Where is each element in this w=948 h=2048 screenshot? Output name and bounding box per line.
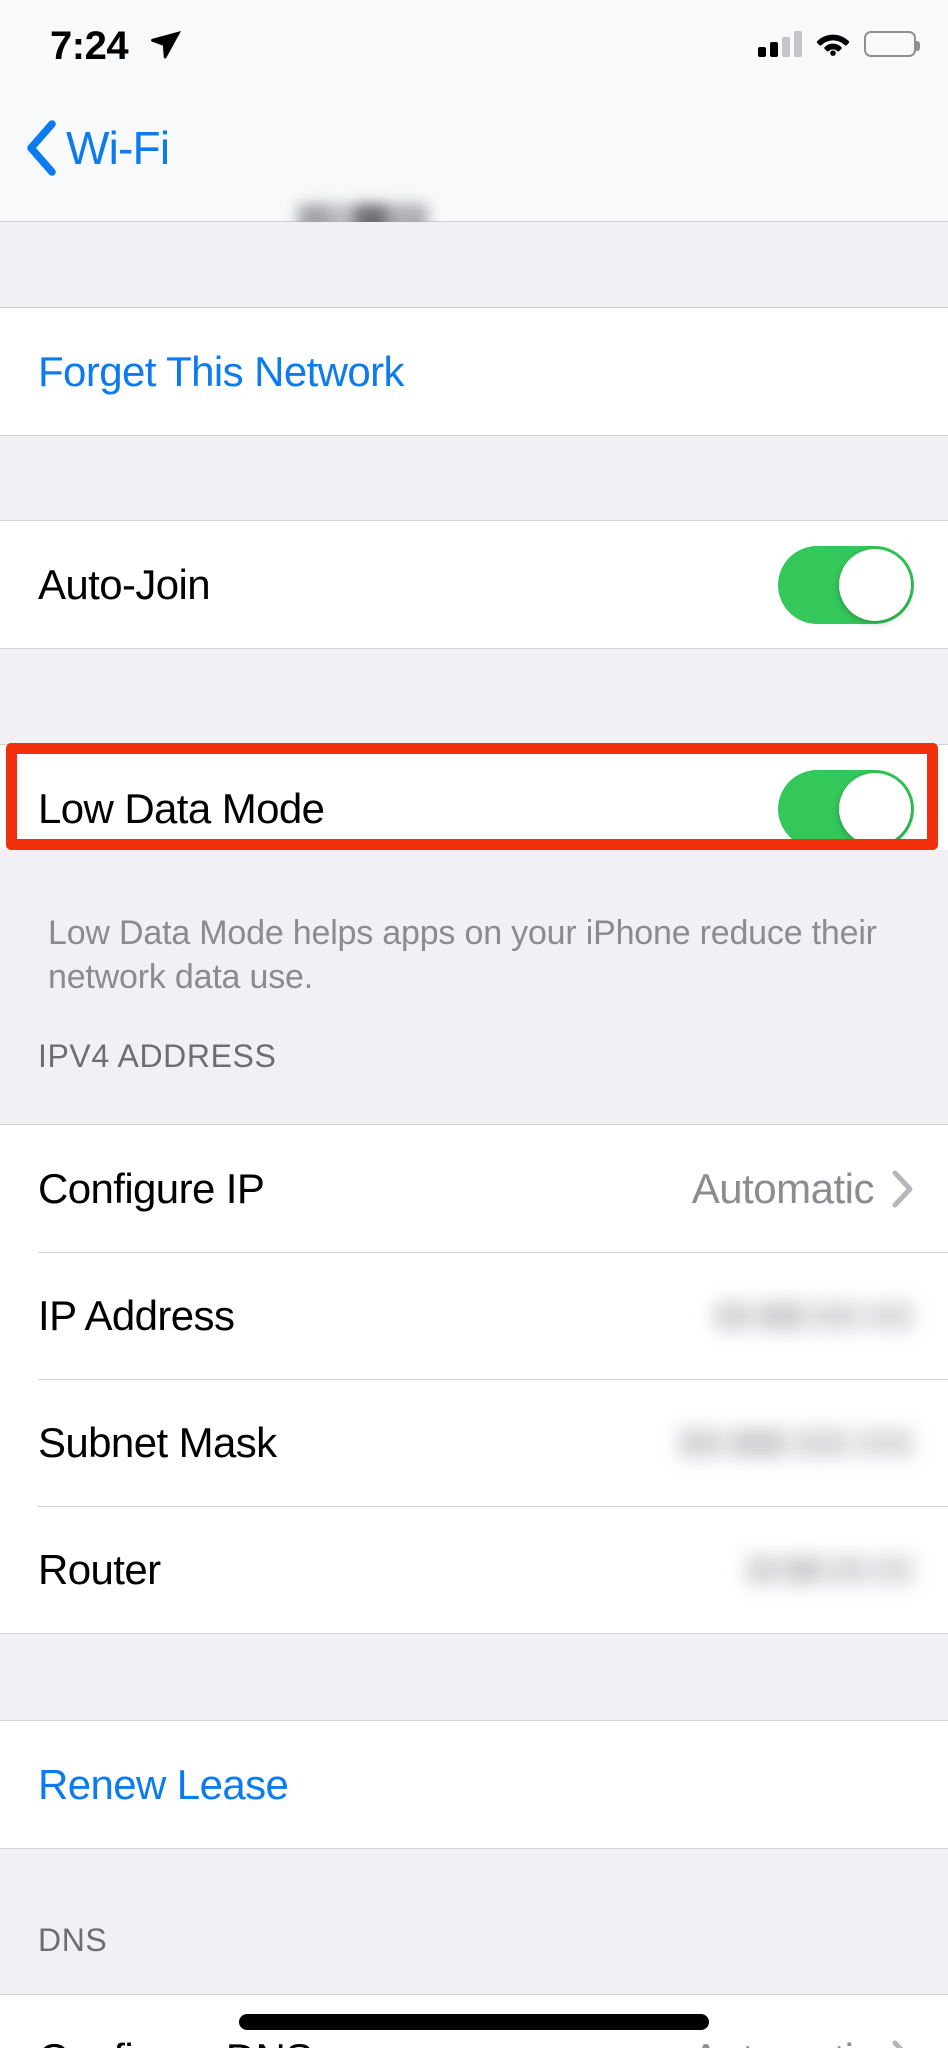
row-router[interactable]: Router — [0, 1506, 948, 1633]
row-ip-address[interactable]: IP Address — [0, 1252, 948, 1379]
subnet-mask-value-group — [678, 1428, 914, 1458]
dns-header-area — [0, 1849, 948, 1994]
subnet-mask-label: Subnet Mask — [38, 1419, 277, 1467]
chevron-left-icon — [24, 120, 58, 176]
auto-join-label: Auto-Join — [38, 561, 210, 609]
renew-lease-label: Renew Lease — [38, 1761, 288, 1809]
configure-ip-value: Automatic — [692, 1165, 874, 1213]
row-configure-ip[interactable]: Configure IP Automatic — [0, 1125, 948, 1252]
router-label: Router — [38, 1546, 160, 1594]
renew-lease-group: Renew Lease — [0, 1720, 948, 1849]
section-gap-autojoin-lowdata — [0, 649, 948, 744]
row-renew-lease[interactable]: Renew Lease — [0, 1721, 948, 1848]
low-data-mode-label: Low Data Mode — [38, 785, 324, 833]
ip-address-label: IP Address — [38, 1292, 234, 1340]
low-data-mode-control — [778, 770, 914, 848]
section-header-dns: DNS — [38, 1922, 107, 1959]
wifi-icon — [816, 31, 850, 57]
ip-address-value-redacted — [714, 1301, 914, 1331]
location-arrow-icon — [148, 26, 182, 60]
home-indicator[interactable] — [239, 2014, 709, 2030]
low-data-mode-footnote: Low Data Mode helps apps on your iPhone … — [48, 912, 878, 999]
status-bar-time: 7:24 — [50, 24, 128, 69]
chevron-right-icon — [892, 2040, 914, 2048]
configure-dns-label: Configure DNS — [38, 2035, 313, 2048]
router-value-group — [746, 1555, 914, 1585]
forget-this-network-label: Forget This Network — [38, 348, 404, 396]
section-header-ipv4-address: IPV4 ADDRESS — [38, 1038, 276, 1075]
configure-dns-value: Automatic — [692, 2035, 874, 2048]
status-bar: 7:24 — [0, 0, 948, 92]
back-button[interactable]: Wi-Fi — [24, 120, 169, 176]
auto-join-control — [778, 546, 914, 624]
row-subnet-mask[interactable]: Subnet Mask — [0, 1379, 948, 1506]
cellular-bars-icon — [758, 31, 802, 57]
iphone-wifi-settings-screen: 7:24 Wi-Fi — [0, 0, 948, 2048]
subnet-mask-value-redacted — [678, 1428, 914, 1458]
section-gap-ipv4-renew — [0, 1634, 948, 1720]
chevron-right-icon — [892, 1170, 914, 1208]
section-gap-top — [0, 222, 948, 307]
forget-network-group: Forget This Network — [0, 307, 948, 436]
configure-ip-label: Configure IP — [38, 1165, 264, 1213]
row-forget-this-network[interactable]: Forget This Network — [0, 308, 948, 435]
ip-address-value-group — [714, 1301, 914, 1331]
configure-dns-value-group: Automatic — [692, 2035, 914, 2048]
navigation-bar: Wi-Fi — [0, 92, 948, 222]
status-bar-indicators — [758, 26, 916, 62]
ipv4-address-group: Configure IP Automatic IP Address Subnet… — [0, 1124, 948, 1634]
router-value-redacted — [746, 1555, 914, 1585]
auto-join-group: Auto-Join — [0, 520, 948, 649]
section-gap-forget-autojoin — [0, 436, 948, 520]
back-button-label: Wi-Fi — [66, 125, 169, 171]
low-data-mode-toggle[interactable] — [778, 770, 914, 848]
battery-icon — [864, 31, 916, 57]
configure-ip-value-group: Automatic — [692, 1165, 914, 1213]
row-auto-join[interactable]: Auto-Join — [0, 521, 948, 648]
auto-join-toggle[interactable] — [778, 546, 914, 624]
